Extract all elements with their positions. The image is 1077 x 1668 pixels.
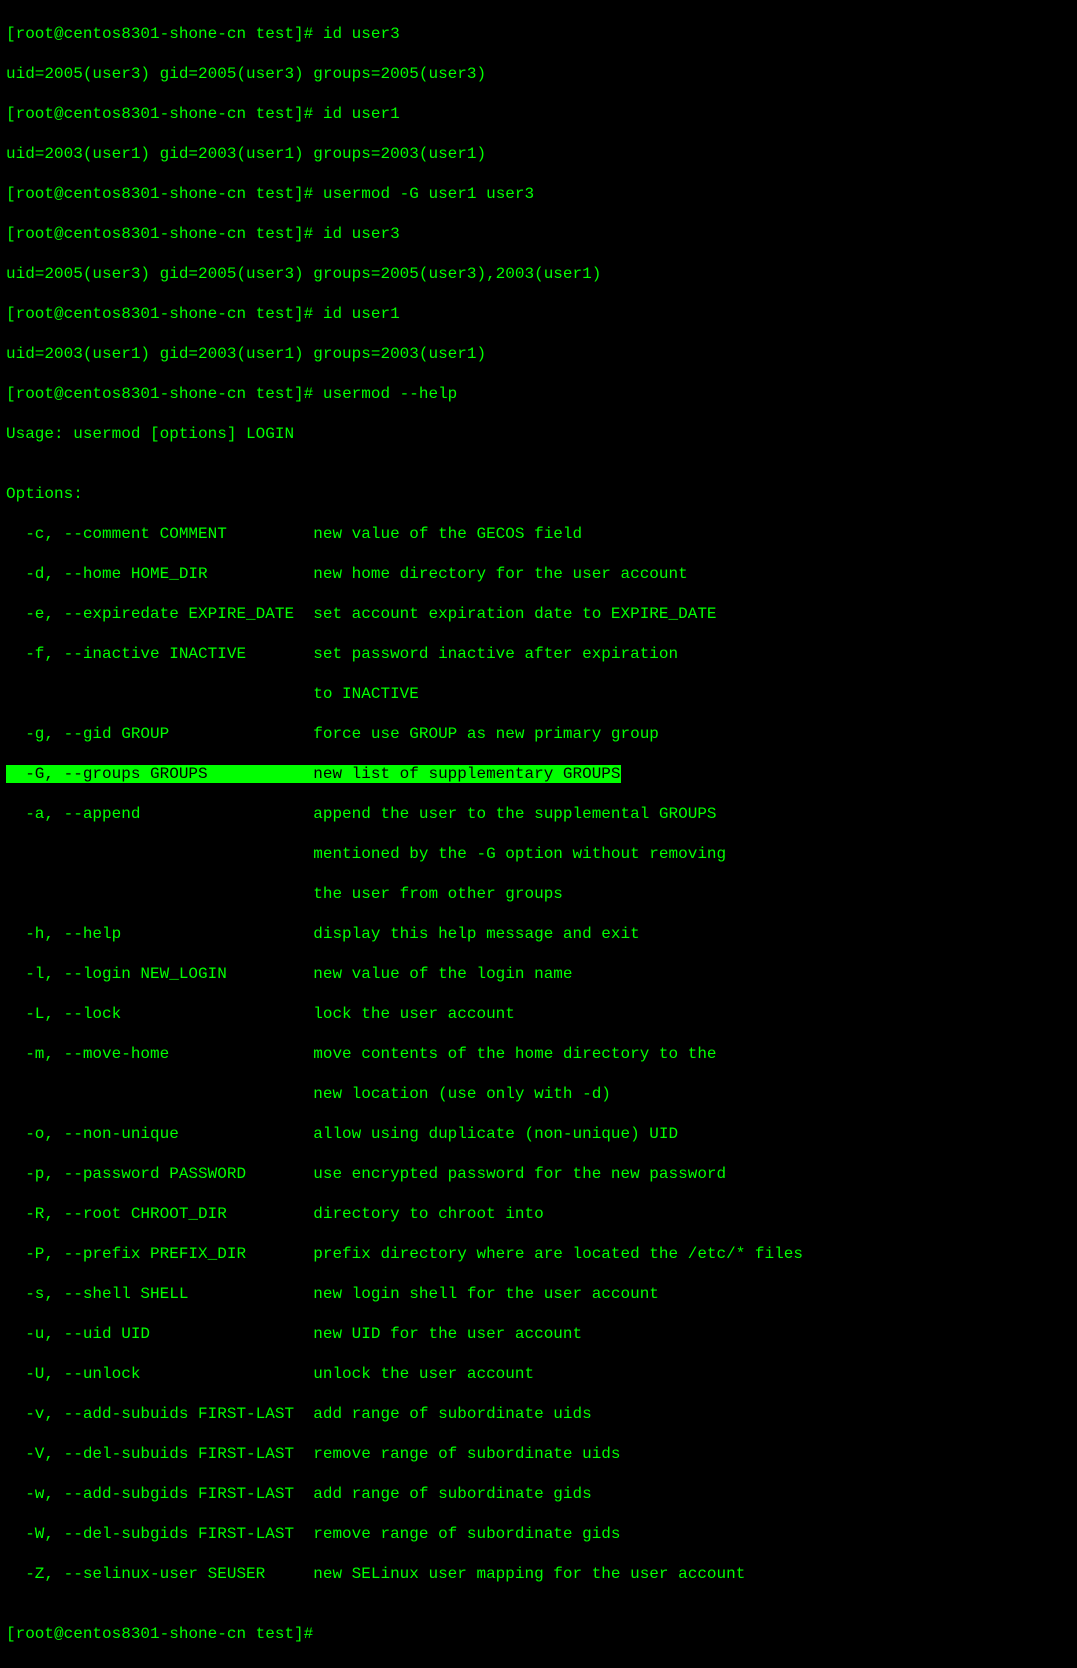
option-line: -Z, --selinux-user SEUSER new SELinux us… xyxy=(6,1564,1071,1584)
command: id user1 xyxy=(323,105,400,123)
option-line: -U, --unlock unlock the user account xyxy=(6,1364,1071,1384)
cmd-line: [root@centos8301-shone-cn test]# id user… xyxy=(6,304,1071,324)
option-line: new location (use only with -d) xyxy=(6,1084,1071,1104)
prompt: [root@centos8301-shone-cn test]# xyxy=(6,225,323,243)
cmd-line: [root@centos8301-shone-cn test]# id user… xyxy=(6,224,1071,244)
command: id user3 xyxy=(323,225,400,243)
option-line-highlighted: -G, --groups GROUPS new list of suppleme… xyxy=(6,764,1071,784)
command: usermod -G user1 user3 xyxy=(323,185,534,203)
cmd-line: [root@centos8301-shone-cn test]# xyxy=(6,1624,1071,1644)
option-line: -o, --non-unique allow using duplicate (… xyxy=(6,1124,1071,1144)
options-header: Options: xyxy=(6,484,1071,504)
option-line: -h, --help display this help message and… xyxy=(6,924,1071,944)
option-line: mentioned by the -G option without remov… xyxy=(6,844,1071,864)
option-line: -w, --add-subgids FIRST-LAST add range o… xyxy=(6,1484,1071,1504)
cmd-line: [root@centos8301-shone-cn test]# id user… xyxy=(6,24,1071,44)
output-line: uid=2003(user1) gid=2003(user1) groups=2… xyxy=(6,344,1071,364)
option-line: -d, --home HOME_DIR new home directory f… xyxy=(6,564,1071,584)
option-line: -c, --comment COMMENT new value of the G… xyxy=(6,524,1071,544)
prompt: [root@centos8301-shone-cn test]# xyxy=(6,105,323,123)
option-line: -f, --inactive INACTIVE set password ina… xyxy=(6,644,1071,664)
cmd-line: [root@centos8301-shone-cn test]# usermod… xyxy=(6,184,1071,204)
prompt: [root@centos8301-shone-cn test]# xyxy=(6,305,323,323)
output-line: uid=2005(user3) gid=2005(user3) groups=2… xyxy=(6,264,1071,284)
prompt: [root@centos8301-shone-cn test]# xyxy=(6,1625,323,1643)
option-line: to INACTIVE xyxy=(6,684,1071,704)
option-line: -R, --root CHROOT_DIR directory to chroo… xyxy=(6,1204,1071,1224)
option-line: -L, --lock lock the user account xyxy=(6,1004,1071,1024)
output-line: uid=2005(user3) gid=2005(user3) groups=2… xyxy=(6,64,1071,84)
prompt: [root@centos8301-shone-cn test]# xyxy=(6,185,323,203)
option-line: -p, --password PASSWORD use encrypted pa… xyxy=(6,1164,1071,1184)
option-line: -W, --del-subgids FIRST-LAST remove rang… xyxy=(6,1524,1071,1544)
option-line: -e, --expiredate EXPIRE_DATE set account… xyxy=(6,604,1071,624)
option-line: -g, --gid GROUP force use GROUP as new p… xyxy=(6,724,1071,744)
prompt: [root@centos8301-shone-cn test]# xyxy=(6,385,323,403)
option-line: -m, --move-home move contents of the hom… xyxy=(6,1044,1071,1064)
option-line: the user from other groups xyxy=(6,884,1071,904)
command: id user3 xyxy=(323,25,400,43)
option-line: -s, --shell SHELL new login shell for th… xyxy=(6,1284,1071,1304)
option-line: -P, --prefix PREFIX_DIR prefix directory… xyxy=(6,1244,1071,1264)
option-line: -v, --add-subuids FIRST-LAST add range o… xyxy=(6,1404,1071,1424)
highlight-left: -G, --groups GROUPS xyxy=(6,765,313,783)
command: id user1 xyxy=(323,305,400,323)
option-line: -a, --append append the user to the supp… xyxy=(6,804,1071,824)
option-line: -V, --del-subuids FIRST-LAST remove rang… xyxy=(6,1444,1071,1464)
option-line: -l, --login NEW_LOGIN new value of the l… xyxy=(6,964,1071,984)
usage-line: Usage: usermod [options] LOGIN xyxy=(6,424,1071,444)
terminal-output[interactable]: [root@centos8301-shone-cn test]# id user… xyxy=(0,0,1077,1668)
output-line: uid=2003(user1) gid=2003(user1) groups=2… xyxy=(6,144,1071,164)
cmd-line: [root@centos8301-shone-cn test]# usermod… xyxy=(6,384,1071,404)
cmd-line: [root@centos8301-shone-cn test]# id user… xyxy=(6,104,1071,124)
prompt: [root@centos8301-shone-cn test]# xyxy=(6,25,323,43)
option-line: -u, --uid UID new UID for the user accou… xyxy=(6,1324,1071,1344)
command: usermod --help xyxy=(323,385,457,403)
highlight-right: new list of supplementary GROUPS xyxy=(313,765,620,783)
